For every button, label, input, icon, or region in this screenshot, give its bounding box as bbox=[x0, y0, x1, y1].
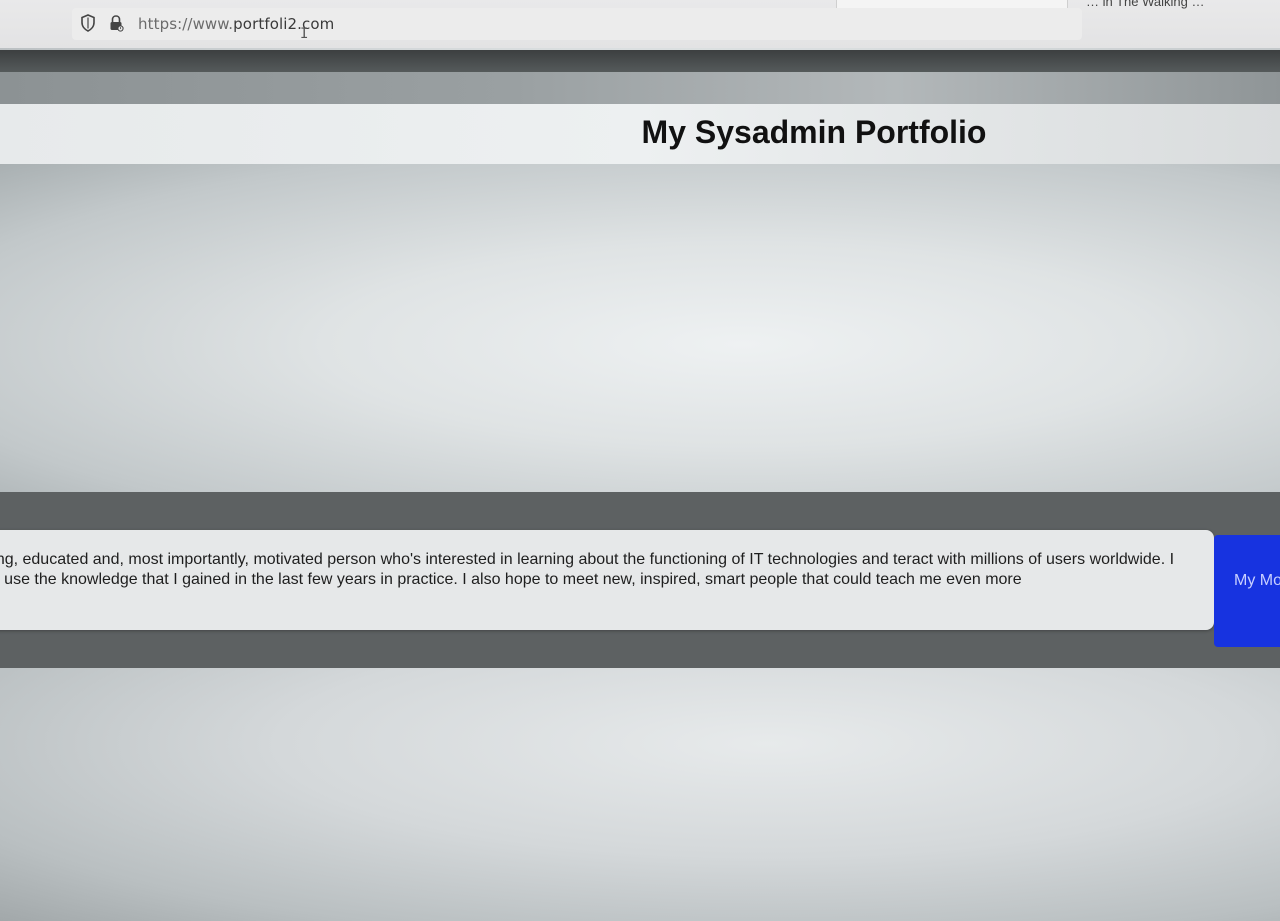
header-gray-band bbox=[0, 72, 1280, 104]
lock-icon[interactable] bbox=[108, 14, 124, 32]
browser-toolbar: … in The Walking … https://www.portfoli2… bbox=[0, 0, 1280, 48]
motivation-button-label: My Motiva bbox=[1234, 572, 1280, 589]
text-cursor-icon: I bbox=[300, 26, 308, 44]
bookmark-item[interactable]: … in The Walking … bbox=[1086, 0, 1205, 9]
url-host: portfoli2.com bbox=[233, 15, 335, 33]
page-title: My Sysadmin Portfolio bbox=[641, 114, 987, 150]
browser-screen: … in The Walking … https://www.portfoli2… bbox=[0, 0, 1280, 921]
url-scheme: https://www. bbox=[138, 15, 234, 33]
about-text: my portfolio! I see myself as a young, e… bbox=[0, 551, 1175, 588]
header-dark-band bbox=[0, 50, 1280, 72]
motivation-button[interactable]: My Motiva bbox=[1214, 535, 1280, 647]
shield-icon[interactable] bbox=[80, 14, 96, 32]
hero-section bbox=[0, 164, 1280, 492]
lower-section bbox=[0, 668, 1280, 921]
